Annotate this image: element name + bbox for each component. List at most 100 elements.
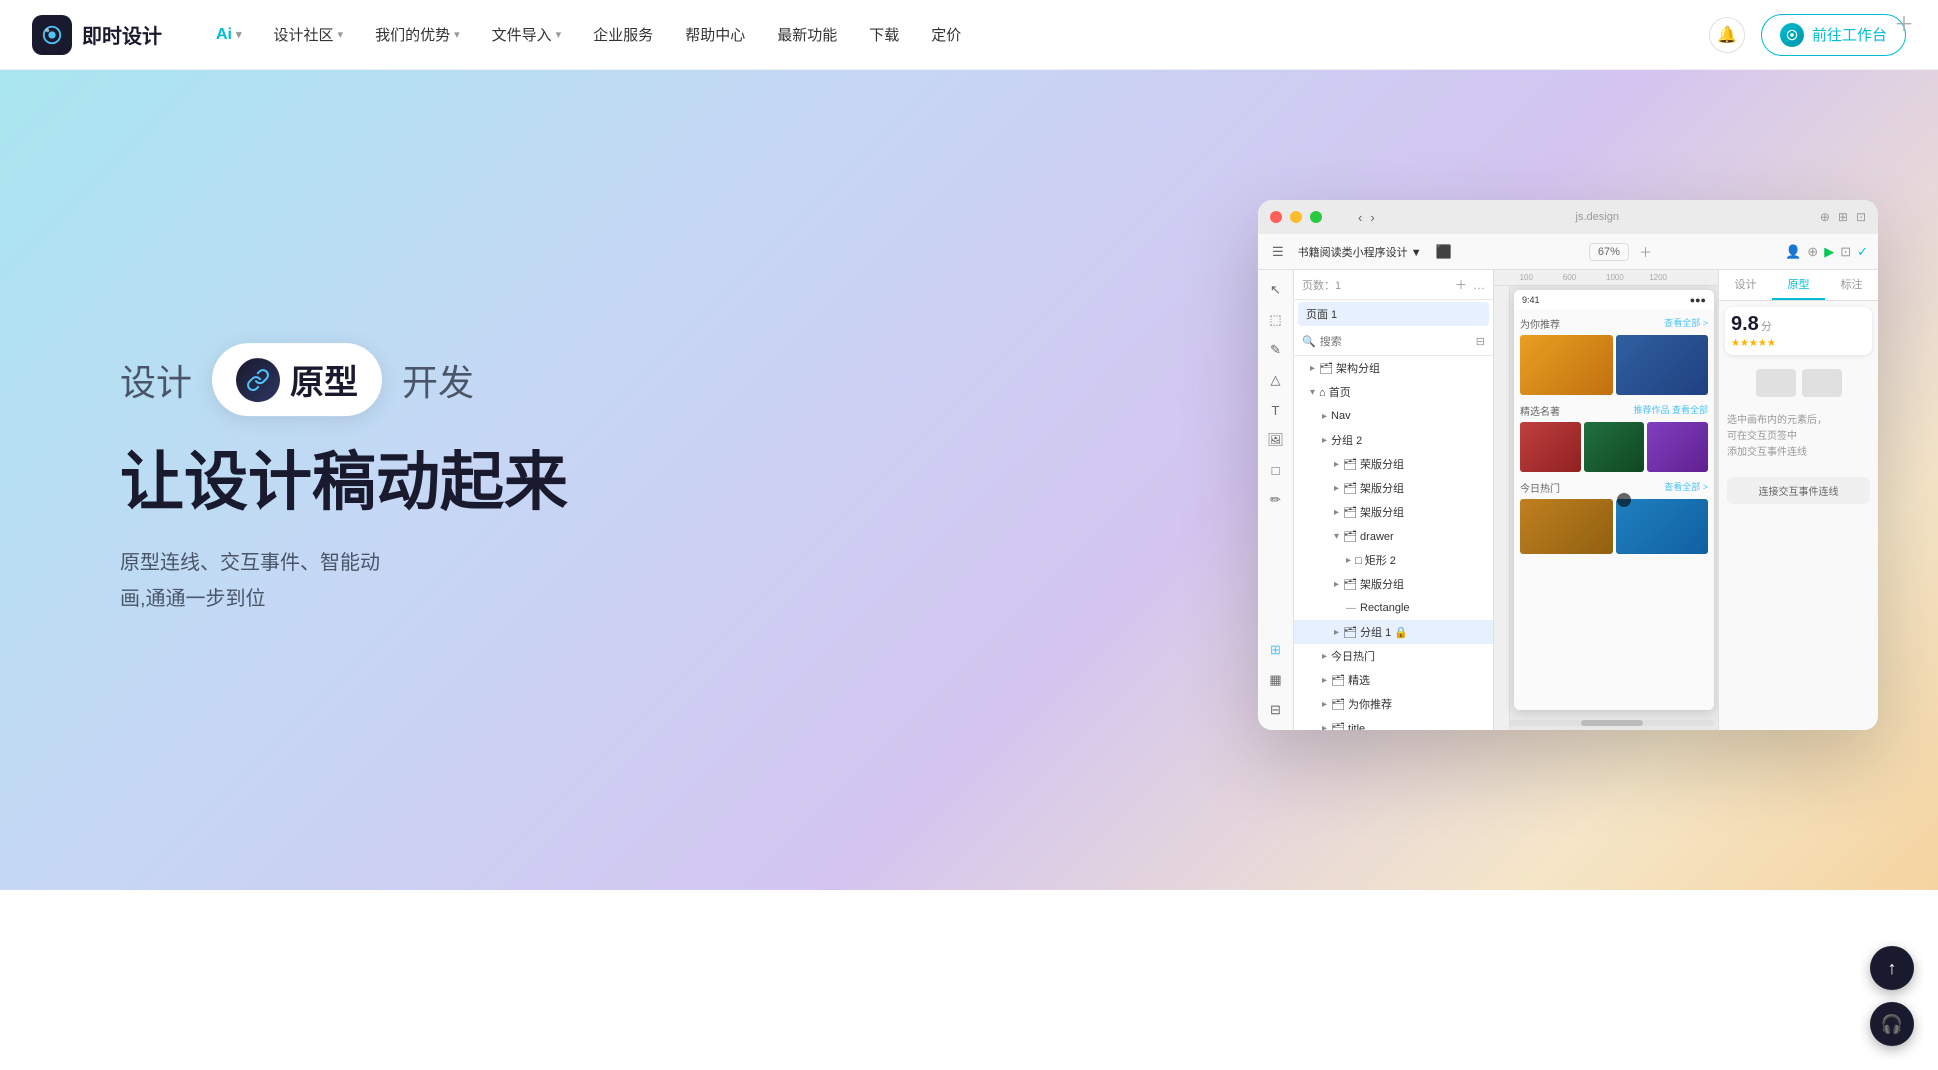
workspace-button[interactable]: 前往工作台 bbox=[1761, 14, 1906, 56]
prototype-label: 原型 bbox=[290, 355, 358, 404]
tool-cursor[interactable]: ↖ bbox=[1264, 278, 1288, 302]
doc-title: 书籍阅读类小程序设计 ▼ bbox=[1294, 242, 1426, 262]
tool-pen[interactable]: ✎ bbox=[1264, 338, 1288, 362]
tool-text[interactable]: T bbox=[1264, 398, 1288, 422]
pages-label: 页数：1 bbox=[1302, 277, 1341, 293]
layers-header: 页数：1 ＋ … bbox=[1294, 270, 1493, 300]
layer-item[interactable]: ▸🗂 title bbox=[1294, 716, 1493, 730]
nav-item-pricing[interactable]: 定价 bbox=[917, 16, 975, 53]
menu-icon[interactable]: ☰ bbox=[1268, 242, 1288, 262]
page-options-icon[interactable]: … bbox=[1473, 278, 1485, 292]
layer-item[interactable]: ▸🗂 荣版分组 bbox=[1294, 452, 1493, 476]
layers-search-input[interactable] bbox=[1320, 336, 1472, 348]
support-button[interactable]: 🎧 bbox=[1870, 1002, 1914, 1046]
zoom-level[interactable]: 67% bbox=[1589, 243, 1629, 261]
canvas-area[interactable]: 100 600 1000 1200 9:41●●● bbox=[1494, 270, 1718, 730]
layer-item[interactable]: ▸🗂 架版分组 bbox=[1294, 572, 1493, 596]
layer-item[interactable]: ▸🗂 为你推荐 bbox=[1294, 692, 1493, 716]
navbar: ＋ 即时设计 Ai ▾ 设计社区 ▾ 我们的优势 ▾ 文件导入 ▾ bbox=[0, 0, 1938, 70]
logo-area[interactable]: 即时设计 bbox=[32, 15, 162, 55]
nav-item-import[interactable]: 文件导入 ▾ bbox=[478, 16, 576, 53]
hero-content: 设计 原型 开发 让设计稿动起来 原型连线、交互事件、智能动画,通通一步到位 bbox=[120, 343, 568, 617]
layers-panel: 页数：1 ＋ … 页面 1 🔍 ⊟ ▸🗂 架构分组 bbox=[1294, 270, 1494, 730]
prototype-connect-button[interactable]: 连接交互事件连线 bbox=[1727, 477, 1870, 504]
nav-item-enterprise[interactable]: 企业服务 bbox=[579, 16, 667, 53]
nav-item-advantages[interactable]: 我们的优势 ▾ bbox=[361, 16, 474, 53]
layer-item[interactable]: ▸分组 2 bbox=[1294, 428, 1493, 452]
tab-design[interactable]: 设计 bbox=[1719, 270, 1772, 300]
search-icon: 🔍 bbox=[1302, 335, 1316, 348]
layers-list: ▸🗂 架构分组 ▾⌂ 首页 ▸Nav ▸分组 2 ▸🗂 荣版分组 bbox=[1294, 356, 1493, 730]
dev-label: 开发 bbox=[402, 354, 474, 406]
layer-item[interactable]: ▸今日热门 bbox=[1294, 644, 1493, 668]
workspace-icon bbox=[1780, 23, 1804, 47]
layers-toggle-icon[interactable]: ⬛ bbox=[1432, 242, 1456, 262]
tab-prototype[interactable]: 原型 bbox=[1772, 270, 1825, 300]
rating-number: 9.8 bbox=[1731, 313, 1759, 336]
layer-item[interactable]: ▸Nav bbox=[1294, 404, 1493, 428]
tool-layers[interactable]: ⊞ bbox=[1264, 638, 1288, 662]
window-titlebar: ‹ › js.design ⊕⊞⊡ bbox=[1258, 200, 1878, 234]
community-chevron-icon: ▾ bbox=[338, 28, 344, 41]
window-toolbar: ☰ 书籍阅读类小程序设计 ▼ ⬛ 67% ＋ 👤 ⊕ ▶ ⊡ ✓ bbox=[1258, 234, 1878, 270]
tool-image[interactable]: 🖼 bbox=[1264, 428, 1288, 452]
nav-item-features[interactable]: 最新功能 bbox=[763, 16, 851, 53]
tool-frame[interactable]: ⬚ bbox=[1264, 308, 1288, 332]
nav-items: Ai ▾ 设计社区 ▾ 我们的优势 ▾ 文件导入 ▾ 企业服务 帮助中心 最新功… bbox=[202, 16, 1709, 53]
nav-item-download[interactable]: 下载 bbox=[855, 16, 913, 53]
mockup-window: ‹ › js.design ⊕⊞⊡ ☰ 书籍阅读类小程序设计 ▼ ⬛ 67% ＋… bbox=[1258, 200, 1878, 730]
rating-box: 9.8 分 ★★★★★ bbox=[1725, 307, 1872, 355]
plus-top-icon: ＋ bbox=[1894, 8, 1914, 37]
tool-assets[interactable]: ▦ bbox=[1264, 668, 1288, 692]
nav-right: 🔔 前往工作台 bbox=[1709, 14, 1906, 56]
advantages-chevron-icon: ▾ bbox=[454, 28, 460, 41]
badge-link-icon bbox=[236, 358, 280, 402]
props-panel: 设计 原型 标注 9.8 分 ★★★★★ bbox=[1718, 270, 1878, 730]
layer-item-active[interactable]: ▸🗂 分组 1 🔒 bbox=[1294, 620, 1493, 644]
props-tabs: 设计 原型 标注 bbox=[1719, 270, 1878, 301]
dot-green[interactable] bbox=[1310, 211, 1322, 223]
layer-item[interactable]: ▸🗂 架版分组 bbox=[1294, 500, 1493, 524]
layer-item[interactable]: ▸🗂 精选 bbox=[1294, 668, 1493, 692]
cursor bbox=[1617, 493, 1631, 507]
tool-collab[interactable]: ⊟ bbox=[1264, 698, 1288, 722]
filter-icon[interactable]: ⊟ bbox=[1476, 335, 1485, 348]
notification-bell-button[interactable]: 🔔 bbox=[1709, 17, 1745, 53]
hero-description: 原型连线、交互事件、智能动画,通通一步到位 bbox=[120, 545, 568, 617]
nav-item-help[interactable]: 帮助中心 bbox=[671, 16, 759, 53]
layer-item[interactable]: ▾🗂 drawer bbox=[1294, 524, 1493, 548]
tab-annotation[interactable]: 标注 bbox=[1825, 270, 1878, 300]
nav-item-ai[interactable]: Ai ▾ bbox=[202, 18, 256, 52]
dot-red[interactable] bbox=[1270, 211, 1282, 223]
tools-panel: ↖ ⬚ ✎ △ T 🖼 □ ✏ ⊞ ▦ ⊟ bbox=[1258, 270, 1294, 730]
nav-item-community[interactable]: 设计社区 ▾ bbox=[260, 16, 358, 53]
ai-chevron-icon: ▾ bbox=[236, 28, 242, 41]
rating-unit: 分 bbox=[1761, 318, 1772, 334]
page-name[interactable]: 页面 1 bbox=[1298, 302, 1489, 326]
design-label: 设计 bbox=[120, 354, 192, 406]
layer-item[interactable]: ▾⌂ 首页 bbox=[1294, 380, 1493, 404]
tool-triangle[interactable]: △ bbox=[1264, 368, 1288, 392]
window-body: ↖ ⬚ ✎ △ T 🖼 □ ✏ ⊞ ▦ ⊟ 页数：1 bbox=[1258, 270, 1878, 730]
hero-title: 让设计稿动起来 bbox=[120, 444, 568, 521]
dot-yellow[interactable] bbox=[1290, 211, 1302, 223]
layer-item[interactable]: ▸🗂 架构分组 bbox=[1294, 356, 1493, 380]
layer-item[interactable]: ▸🗂 架版分组 bbox=[1294, 476, 1493, 500]
prototype-badge: 原型 bbox=[212, 343, 382, 416]
titlebar-url: js.design bbox=[1383, 211, 1812, 223]
app-preview: 9:41●●● 为你推荐查看全部 > 精选名著推荐作品 查看全部 bbox=[1514, 290, 1714, 710]
tool-rect[interactable]: □ bbox=[1264, 458, 1288, 482]
scroll-to-top-button[interactable]: ↑ bbox=[1870, 946, 1914, 990]
titlebar-icons: ⊕⊞⊡ bbox=[1820, 210, 1866, 224]
layer-item[interactable]: —Rectangle bbox=[1294, 596, 1493, 620]
proto-info: 选中画布内的元素后， 可在交互页签中 添加交互事件连线 bbox=[1719, 405, 1878, 469]
logo-text: 即时设计 bbox=[82, 20, 162, 49]
design-row: 设计 原型 开发 bbox=[120, 343, 568, 416]
logo-icon bbox=[32, 15, 72, 55]
tool-pencil[interactable]: ✏ bbox=[1264, 488, 1288, 512]
layer-item[interactable]: ▸□ 矩形 2 bbox=[1294, 548, 1493, 572]
import-chevron-icon: ▾ bbox=[556, 28, 562, 41]
mockup-wrapper: ‹ › js.design ⊕⊞⊡ ☰ 书籍阅读类小程序设计 ▼ ⬛ 67% ＋… bbox=[1258, 200, 1878, 730]
layers-search-bar: 🔍 ⊟ bbox=[1294, 328, 1493, 356]
add-page-icon[interactable]: ＋ bbox=[1455, 276, 1467, 293]
